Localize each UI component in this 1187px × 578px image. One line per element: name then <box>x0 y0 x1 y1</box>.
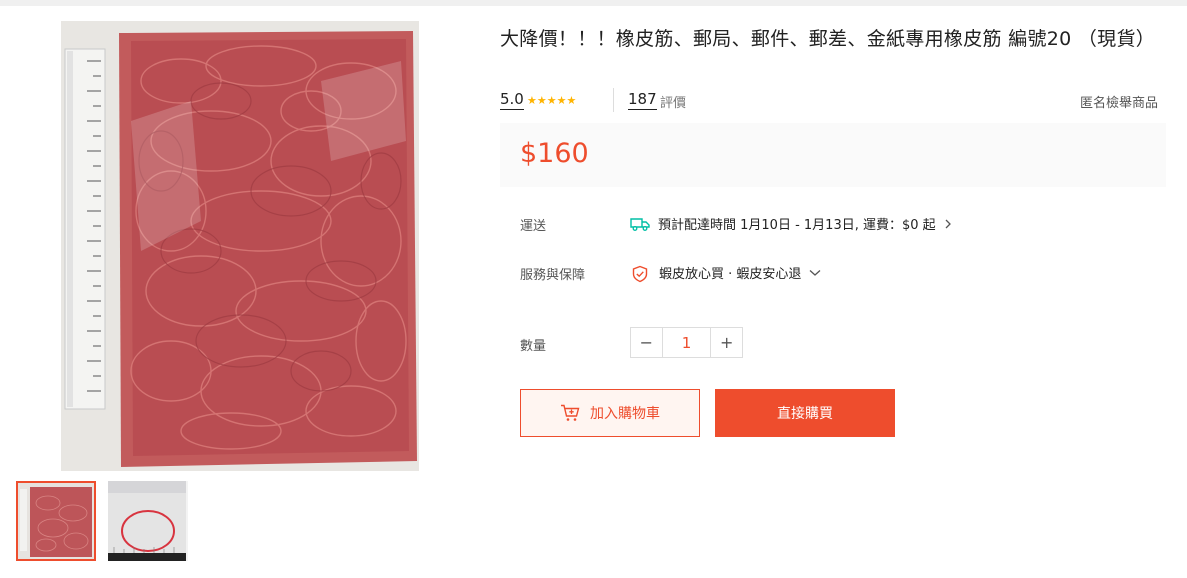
thumbnail-1[interactable] <box>16 481 96 561</box>
truck-icon <box>630 216 650 232</box>
chevron-down-icon <box>809 269 821 277</box>
rating-row: 5.0 ★★★★★ 187 評價 匿名檢舉商品 <box>500 88 1160 114</box>
quantity-label: 數量 <box>520 339 547 354</box>
report-product-link[interactable]: 匿名檢舉商品 <box>1080 92 1158 111</box>
quantity-input[interactable]: 1 <box>661 328 712 357</box>
divider <box>613 88 614 112</box>
service-info[interactable]: 蝦皮放心買 · 蝦皮安心退 <box>631 263 821 282</box>
product-main-image[interactable] <box>61 21 419 471</box>
quantity-stepper: − 1 + <box>630 327 743 358</box>
service-value: 蝦皮放心買 · 蝦皮安心退 <box>659 267 802 282</box>
quantity-decrease-button[interactable]: − <box>631 328 662 357</box>
add-to-cart-button[interactable]: 加入購物車 <box>520 389 700 437</box>
quantity-increase-button[interactable]: + <box>711 328 742 357</box>
price-section: $160 <box>500 123 1166 187</box>
buy-now-label: 直接購買 <box>777 406 833 422</box>
buy-now-button[interactable]: 直接購買 <box>715 389 895 437</box>
service-label: 服務與保障 <box>520 268 586 283</box>
top-bar <box>0 0 1187 6</box>
product-price: $160 <box>520 138 589 169</box>
cart-plus-icon <box>560 404 580 422</box>
add-to-cart-label: 加入購物車 <box>590 406 660 422</box>
shield-check-icon <box>631 265 651 282</box>
review-count[interactable]: 187 <box>628 90 657 110</box>
shipping-info[interactable]: 預計配達時間 1月10日 - 1月13日, 運費：$0 起 <box>630 214 952 233</box>
shipping-value: 預計配達時間 1月10日 - 1月13日, 運費：$0 起 <box>658 218 936 233</box>
thumbnail-2[interactable] <box>108 481 188 561</box>
review-label: 評價 <box>660 96 687 111</box>
chevron-right-icon <box>944 218 952 230</box>
product-title: 大降價！！！橡皮筋、郵局、郵件、郵差、金紙專用橡皮筋 編號20 （現貨） <box>500 28 1156 50</box>
rating-score[interactable]: 5.0 <box>500 90 524 110</box>
rating-stars-icon: ★★★★★ <box>527 94 577 107</box>
shipping-label: 運送 <box>520 219 547 234</box>
